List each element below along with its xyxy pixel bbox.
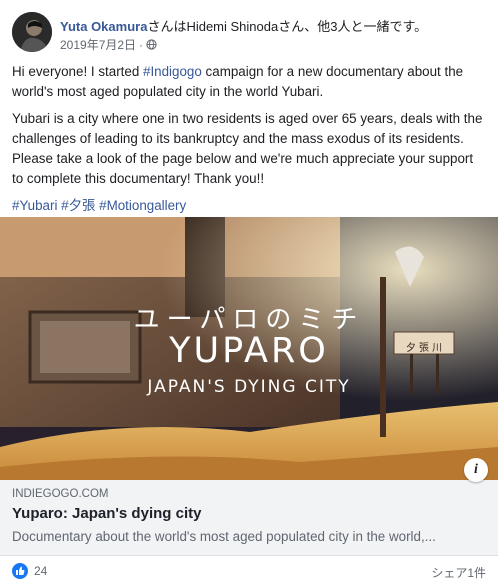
avatar[interactable] bbox=[12, 12, 52, 52]
facebook-post: Yuta OkamuraさんはHidemi Shinodaさん、他3人と一緒です… bbox=[0, 0, 498, 580]
link-domain: INDIEGOGO.COM bbox=[12, 488, 109, 500]
link-preview-image[interactable]: ユーパロのミチ YUPARO JAPAN'S DYING CITY 夕 張 川 bbox=[0, 217, 498, 480]
like-count[interactable]: 24 bbox=[34, 564, 47, 578]
meta-separator: · bbox=[139, 37, 144, 52]
paragraph1-start: Hi everyone! I started bbox=[12, 64, 143, 79]
link-title[interactable]: Yuparo: Japan's dying city bbox=[12, 505, 201, 522]
tagged-with-text[interactable]: さんはHidemi Shinodaさん、他3人と一緒です。 bbox=[147, 19, 427, 34]
like-icon[interactable] bbox=[12, 563, 28, 579]
info-icon[interactable]: i bbox=[464, 458, 488, 482]
hashtag-motiongallery[interactable]: #Motiongallery bbox=[99, 198, 186, 213]
hashtag-yubari[interactable]: #Yubari bbox=[12, 198, 57, 213]
sign-text: 夕 張 川 bbox=[405, 343, 443, 354]
hashtag-indigogo[interactable]: #Indigogo bbox=[143, 64, 202, 79]
post-paragraph-1: Hi everyone! I started #Indigogo campaig… bbox=[12, 62, 486, 102]
hashtag-yubari-jp[interactable]: #夕張 bbox=[61, 198, 95, 213]
post-body: Hi everyone! I started #Indigogo campaig… bbox=[12, 62, 486, 223]
link-preview-info[interactable]: i INDIEGOGO.COM Yuparo: Japan's dying ci… bbox=[0, 458, 498, 556]
link-description: Documentary about the world's most aged … bbox=[12, 529, 436, 544]
image-subtitle: JAPAN'S DYING CITY bbox=[147, 377, 351, 397]
author-line: Yuta OkamuraさんはHidemi Shinodaさん、他3人と一緒です… bbox=[60, 16, 427, 35]
post-footer: 24 シェア1件 bbox=[12, 561, 486, 580]
post-date[interactable]: 2019年7月2日 bbox=[60, 36, 136, 53]
globe-icon[interactable] bbox=[146, 39, 157, 50]
post-hashtags: #Yubari #夕張 #Motiongallery bbox=[12, 196, 486, 216]
share-count[interactable]: シェア1件 bbox=[431, 564, 486, 581]
post-paragraph-2: Yubari is a city where one in two reside… bbox=[12, 111, 483, 186]
post-header: Yuta OkamuraさんはHidemi Shinodaさん、他3人と一緒です… bbox=[12, 10, 492, 56]
post-meta: 2019年7月2日 · bbox=[60, 36, 157, 53]
author-name[interactable]: Yuta Okamura bbox=[60, 19, 147, 34]
